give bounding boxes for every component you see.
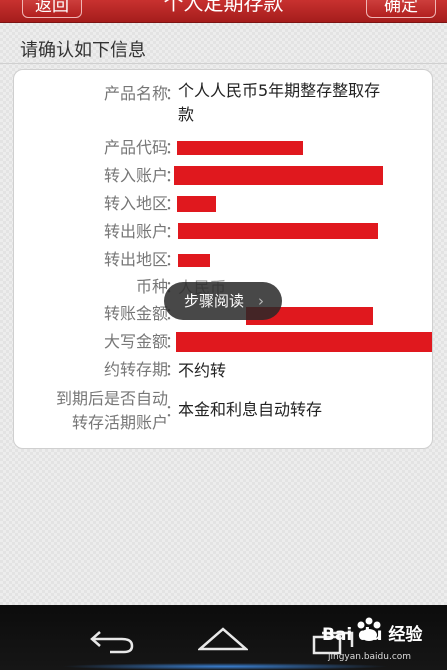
confirm-button[interactable]: 确定 — [366, 0, 436, 18]
chevron-right-icon: › — [258, 292, 264, 310]
row-agreed-term: 约转存期 ： 不约转 — [14, 360, 434, 384]
row-product-code: 产品代码 ： — [14, 138, 434, 162]
step-reading-button[interactable]: 步骤阅读 › — [164, 282, 282, 320]
back-arrow-icon[interactable] — [88, 628, 136, 654]
divider — [0, 63, 447, 64]
redacted-amount-in-words — [176, 332, 432, 352]
redacted-product-code — [177, 141, 303, 155]
label-auto-renew-line2: 转存活期账户 — [71, 413, 168, 432]
row-from-account: 转出账户 ： — [14, 222, 434, 246]
row-auto-renew: 到期后是否自动 转存活期账户 ： 本金和利息自动转存 — [14, 389, 434, 433]
label-from-region: 转出地区 — [103, 250, 168, 269]
home-icon[interactable] — [198, 625, 248, 653]
row-from-region: 转出地区 ： — [14, 250, 434, 274]
row-to-region: 转入地区 ： — [14, 194, 434, 218]
row-amount-in-words: 大写金额 ： — [14, 332, 434, 356]
label-transfer-amount: 转账金额 — [103, 304, 168, 323]
redacted-from-account — [178, 223, 378, 239]
nav-glow — [60, 663, 390, 670]
label-product-code: 产品代码 — [103, 138, 168, 157]
watermark-url: jingyan.baidu.com — [328, 652, 412, 662]
confirmation-card: 产品名称 ： 个人人民币5年期整存整取存 款 产品代码 ： 转入账户 ： 转入地… — [13, 69, 433, 449]
title-bar: 返回 个人定期存款 确定 — [0, 0, 447, 23]
watermark-brand: Bai du 经验 — [322, 625, 423, 645]
step-reading-label: 步骤阅读 — [184, 292, 245, 310]
redacted-from-region — [178, 254, 210, 267]
label-currency: 币种 — [135, 277, 168, 296]
value-product-name: 个人人民币5年期整存整取存 — [178, 81, 381, 100]
row-product-name: 产品名称 ： 个人人民币5年期整存整取存 款 — [14, 81, 434, 124]
row-to-account: 转入账户 ： — [14, 166, 434, 190]
label-amount-in-words: 大写金额 — [103, 332, 168, 351]
label-product-name: 产品名称 — [103, 84, 168, 103]
value-auto-renew: 本金和利息自动转存 — [178, 400, 323, 419]
value-agreed-term: 不约转 — [178, 361, 227, 380]
value-product-name-line2: 款 — [178, 105, 195, 124]
label-from-account: 转出账户 — [103, 222, 168, 241]
label-to-region: 转入地区 — [103, 194, 168, 213]
section-heading: 请确认如下信息 — [20, 40, 146, 61]
redacted-to-account — [174, 166, 383, 185]
label-to-account: 转入账户 — [103, 166, 168, 185]
label-auto-renew: 到期后是否自动 — [55, 389, 168, 408]
redacted-to-region — [177, 196, 216, 212]
label-agreed-term: 约转存期 — [103, 360, 168, 379]
